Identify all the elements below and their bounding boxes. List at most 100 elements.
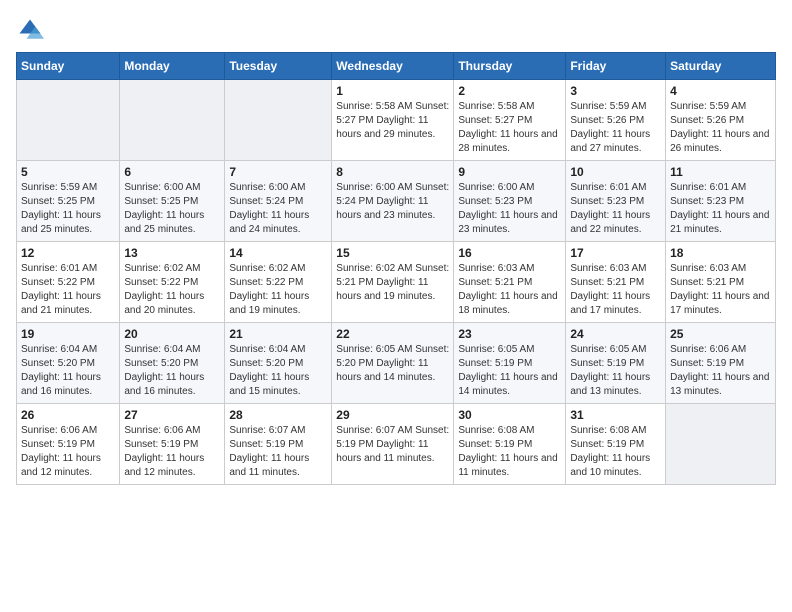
day-info: Sunrise: 5:59 AM Sunset: 5:26 PM Dayligh… xyxy=(570,100,661,156)
day-info: Sunrise: 6:07 AM Sunset: 5:19 PM Dayligh… xyxy=(229,424,327,480)
day-number: 12 xyxy=(21,246,115,260)
day-number: 3 xyxy=(570,84,661,98)
calendar-cell: 12 Sunrise: 6:01 AM Sunset: 5:22 PM Dayli… xyxy=(17,242,120,323)
day-number: 30 xyxy=(458,408,561,422)
day-info: Sunrise: 6:03 AM Sunset: 5:21 PM Dayligh… xyxy=(670,262,771,318)
calendar-cell xyxy=(17,80,120,161)
calendar-cell: 18 Sunrise: 6:03 AM Sunset: 5:21 PM Dayli… xyxy=(666,242,776,323)
calendar-cell: 16Sunrise: 6:03 AM Sunset: 5:21 PM Dayli… xyxy=(454,242,566,323)
weekday-header-saturday: Saturday xyxy=(666,53,776,80)
day-number: 16 xyxy=(458,246,561,260)
weekday-header-tuesday: Tuesday xyxy=(225,53,332,80)
day-info: Sunrise: 5:59 AM Sunset: 5:25 PM Dayligh… xyxy=(21,181,115,237)
day-number: 23 xyxy=(458,327,561,341)
day-number: 17 xyxy=(570,246,661,260)
day-info: Sunrise: 6:01 AM Sunset: 5:23 PM Dayligh… xyxy=(570,181,661,237)
calendar-week-row: 26 Sunrise: 6:06 AM Sunset: 5:19 PM Dayli… xyxy=(17,404,776,485)
weekday-header-friday: Friday xyxy=(566,53,666,80)
day-info: Sunrise: 6:07 AM Sunset: 5:19 PM Dayligh… xyxy=(336,424,449,466)
day-number: 29 xyxy=(336,408,449,422)
calendar-cell: 22Sunrise: 6:05 AM Sunset: 5:20 PM Dayli… xyxy=(332,323,454,404)
day-info: Sunrise: 6:00 AM Sunset: 5:23 PM Dayligh… xyxy=(458,181,561,237)
day-number: 25 xyxy=(670,327,771,341)
day-number: 15 xyxy=(336,246,449,260)
calendar-cell: 20 Sunrise: 6:04 AM Sunset: 5:20 PM Dayli… xyxy=(120,323,225,404)
day-info: Sunrise: 6:02 AM Sunset: 5:21 PM Dayligh… xyxy=(336,262,449,304)
calendar-cell: 27 Sunrise: 6:06 AM Sunset: 5:19 PM Dayli… xyxy=(120,404,225,485)
day-number: 20 xyxy=(124,327,220,341)
calendar-cell: 30 Sunrise: 6:08 AM Sunset: 5:19 PM Dayli… xyxy=(454,404,566,485)
day-number: 22 xyxy=(336,327,449,341)
day-info: Sunrise: 5:58 AM Sunset: 5:27 PM Dayligh… xyxy=(336,100,449,142)
day-info: Sunrise: 6:01 AM Sunset: 5:23 PM Dayligh… xyxy=(670,181,771,237)
day-info: Sunrise: 6:06 AM Sunset: 5:19 PM Dayligh… xyxy=(21,424,115,480)
calendar-cell xyxy=(225,80,332,161)
calendar-cell: 4Sunrise: 5:59 AM Sunset: 5:26 PM Daylig… xyxy=(666,80,776,161)
day-number: 10 xyxy=(570,165,661,179)
day-info: Sunrise: 6:00 AM Sunset: 5:24 PM Dayligh… xyxy=(336,181,449,223)
calendar-week-row: 12 Sunrise: 6:01 AM Sunset: 5:22 PM Dayli… xyxy=(17,242,776,323)
day-info: Sunrise: 6:02 AM Sunset: 5:22 PM Dayligh… xyxy=(124,262,220,318)
day-info: Sunrise: 6:01 AM Sunset: 5:22 PM Dayligh… xyxy=(21,262,115,318)
logo xyxy=(16,16,48,44)
logo-icon xyxy=(16,16,44,44)
day-number: 5 xyxy=(21,165,115,179)
calendar-cell: 17 Sunrise: 6:03 AM Sunset: 5:21 PM Dayli… xyxy=(566,242,666,323)
day-number: 11 xyxy=(670,165,771,179)
calendar-cell: 21 Sunrise: 6:04 AM Sunset: 5:20 PM Dayli… xyxy=(225,323,332,404)
calendar-cell: 28 Sunrise: 6:07 AM Sunset: 5:19 PM Dayli… xyxy=(225,404,332,485)
calendar-table: SundayMondayTuesdayWednesdayThursdayFrid… xyxy=(16,52,776,485)
day-number: 7 xyxy=(229,165,327,179)
day-number: 21 xyxy=(229,327,327,341)
day-number: 6 xyxy=(124,165,220,179)
calendar-cell: 31 Sunrise: 6:08 AM Sunset: 5:19 PM Dayli… xyxy=(566,404,666,485)
day-info: Sunrise: 5:59 AM Sunset: 5:26 PM Dayligh… xyxy=(670,100,771,156)
calendar-cell: 5 Sunrise: 5:59 AM Sunset: 5:25 PM Daylig… xyxy=(17,161,120,242)
day-info: Sunrise: 6:06 AM Sunset: 5:19 PM Dayligh… xyxy=(124,424,220,480)
day-info: Sunrise: 6:00 AM Sunset: 5:25 PM Dayligh… xyxy=(124,181,220,237)
day-number: 19 xyxy=(21,327,115,341)
day-number: 26 xyxy=(21,408,115,422)
day-number: 27 xyxy=(124,408,220,422)
calendar-cell: 2Sunrise: 5:58 AM Sunset: 5:27 PM Daylig… xyxy=(454,80,566,161)
day-info: Sunrise: 6:03 AM Sunset: 5:21 PM Dayligh… xyxy=(570,262,661,318)
day-info: Sunrise: 6:00 AM Sunset: 5:24 PM Dayligh… xyxy=(229,181,327,237)
day-info: Sunrise: 6:04 AM Sunset: 5:20 PM Dayligh… xyxy=(21,343,115,399)
weekday-header-thursday: Thursday xyxy=(454,53,566,80)
day-number: 31 xyxy=(570,408,661,422)
calendar-cell: 26 Sunrise: 6:06 AM Sunset: 5:19 PM Dayli… xyxy=(17,404,120,485)
day-info: Sunrise: 6:08 AM Sunset: 5:19 PM Dayligh… xyxy=(570,424,661,480)
day-number: 28 xyxy=(229,408,327,422)
day-number: 14 xyxy=(229,246,327,260)
calendar-week-row: 5 Sunrise: 5:59 AM Sunset: 5:25 PM Daylig… xyxy=(17,161,776,242)
calendar-cell: 13 Sunrise: 6:02 AM Sunset: 5:22 PM Dayli… xyxy=(120,242,225,323)
day-number: 18 xyxy=(670,246,771,260)
day-info: Sunrise: 6:02 AM Sunset: 5:22 PM Dayligh… xyxy=(229,262,327,318)
weekday-header-wednesday: Wednesday xyxy=(332,53,454,80)
calendar-cell: 25Sunrise: 6:06 AM Sunset: 5:19 PM Dayli… xyxy=(666,323,776,404)
calendar-cell: 9 Sunrise: 6:00 AM Sunset: 5:23 PM Daylig… xyxy=(454,161,566,242)
weekday-header-sunday: Sunday xyxy=(17,53,120,80)
day-info: Sunrise: 6:04 AM Sunset: 5:20 PM Dayligh… xyxy=(124,343,220,399)
day-number: 8 xyxy=(336,165,449,179)
day-info: Sunrise: 6:05 AM Sunset: 5:19 PM Dayligh… xyxy=(458,343,561,399)
calendar-cell: 6 Sunrise: 6:00 AM Sunset: 5:25 PM Daylig… xyxy=(120,161,225,242)
day-number: 1 xyxy=(336,84,449,98)
calendar-cell: 24 Sunrise: 6:05 AM Sunset: 5:19 PM Dayli… xyxy=(566,323,666,404)
calendar-cell xyxy=(666,404,776,485)
calendar-week-row: 1 Sunrise: 5:58 AM Sunset: 5:27 PM Daylig… xyxy=(17,80,776,161)
calendar-cell: 15 Sunrise: 6:02 AM Sunset: 5:21 PM Dayli… xyxy=(332,242,454,323)
day-number: 13 xyxy=(124,246,220,260)
calendar-cell: 14 Sunrise: 6:02 AM Sunset: 5:22 PM Dayli… xyxy=(225,242,332,323)
weekday-header-row: SundayMondayTuesdayWednesdayThursdayFrid… xyxy=(17,53,776,80)
page-header xyxy=(16,16,776,44)
day-info: Sunrise: 6:05 AM Sunset: 5:19 PM Dayligh… xyxy=(570,343,661,399)
day-number: 24 xyxy=(570,327,661,341)
day-info: Sunrise: 6:08 AM Sunset: 5:19 PM Dayligh… xyxy=(458,424,561,480)
calendar-week-row: 19 Sunrise: 6:04 AM Sunset: 5:20 PM Dayli… xyxy=(17,323,776,404)
day-info: Sunrise: 6:04 AM Sunset: 5:20 PM Dayligh… xyxy=(229,343,327,399)
weekday-header-monday: Monday xyxy=(120,53,225,80)
calendar-cell: 19 Sunrise: 6:04 AM Sunset: 5:20 PM Dayli… xyxy=(17,323,120,404)
calendar-cell: 29 Sunrise: 6:07 AM Sunset: 5:19 PM Dayli… xyxy=(332,404,454,485)
day-number: 9 xyxy=(458,165,561,179)
